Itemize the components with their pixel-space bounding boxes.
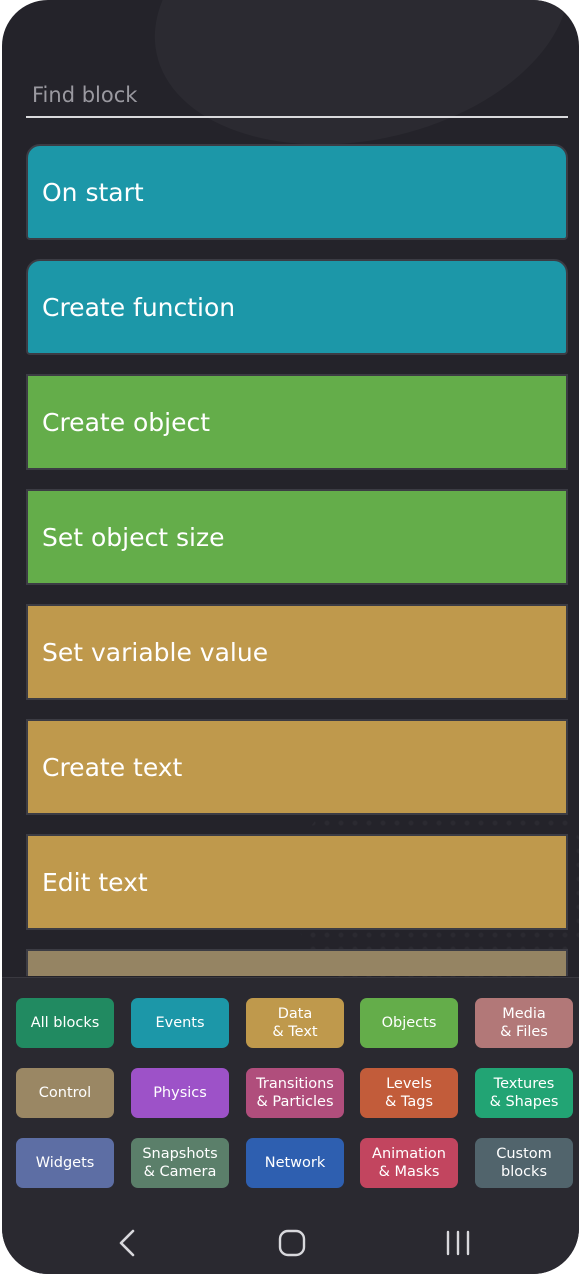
block-edit-text[interactable]: Edit text [26, 834, 568, 930]
block-create-object[interactable]: Create object [26, 374, 568, 470]
category-animation-masks[interactable]: Animation & Masks [360, 1138, 458, 1188]
block-partial[interactable] [26, 949, 568, 976]
category-textures-shapes[interactable]: Textures & Shapes [475, 1068, 573, 1118]
recents-icon[interactable] [438, 1223, 478, 1263]
category-objects[interactable]: Objects [360, 998, 458, 1048]
category-data-text[interactable]: Data & Text [246, 998, 344, 1048]
category-network[interactable]: Network [246, 1138, 344, 1188]
search-input[interactable] [26, 76, 568, 114]
block-set-object-size[interactable]: Set object size [26, 489, 568, 585]
block-on-start[interactable]: On start [26, 144, 568, 240]
category-control[interactable]: Control [16, 1068, 114, 1118]
category-levels-tags[interactable]: Levels & Tags [360, 1068, 458, 1118]
category-widgets[interactable]: Widgets [16, 1138, 114, 1188]
system-nav-bar [2, 1205, 579, 1274]
category-snapshots-camera[interactable]: Snapshots & Camera [131, 1138, 229, 1188]
app-screen: On start Create function Create object S… [2, 0, 579, 1274]
block-create-function[interactable]: Create function [26, 259, 568, 355]
back-icon[interactable] [108, 1223, 148, 1263]
category-all-blocks[interactable]: All blocks [16, 998, 114, 1048]
block-create-text[interactable]: Create text [26, 719, 568, 815]
category-transitions-particles[interactable]: Transitions & Particles [246, 1068, 344, 1118]
home-icon[interactable] [272, 1223, 312, 1263]
search-bar [26, 76, 568, 118]
category-custom-blocks[interactable]: Custom blocks [475, 1138, 573, 1188]
category-media-files[interactable]: Media & Files [475, 998, 573, 1048]
block-list[interactable]: On start Create function Create object S… [26, 144, 568, 976]
category-physics[interactable]: Physics [131, 1068, 229, 1118]
category-events[interactable]: Events [131, 998, 229, 1048]
block-set-variable-value[interactable]: Set variable value [26, 604, 568, 700]
